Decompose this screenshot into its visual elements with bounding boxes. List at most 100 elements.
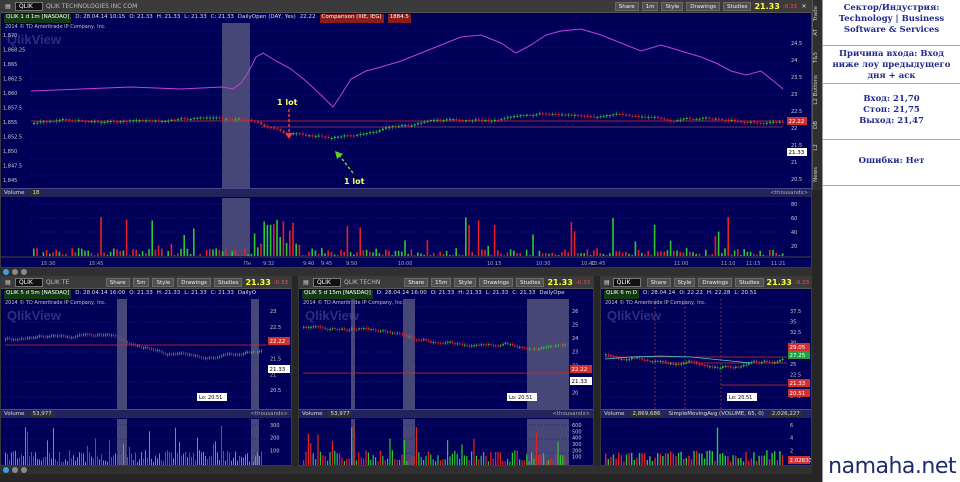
candle — [766, 360, 768, 362]
symbol-input[interactable]: QLIK — [15, 2, 43, 11]
candle — [676, 120, 679, 122]
layout-icon[interactable] — [3, 269, 9, 275]
main-volume-chart[interactable]: 80 60 40 20 15:30 15:45 Пн 9:32 9:40 9:45 9:50 10:0… — [1, 198, 812, 268]
symbol-input[interactable]: QLIK — [15, 278, 43, 287]
candle — [456, 343, 459, 345]
style-button[interactable]: Style — [454, 278, 477, 287]
price-tag-text: 22.22 — [270, 339, 286, 345]
chart-panel-15m: ▤ QLIK QLIK TECHN Share 15m Style Drawings Stud… — [298, 276, 594, 466]
volume-bar — [31, 452, 32, 465]
symbol-input[interactable]: QLIK — [313, 278, 341, 287]
volume-bar — [781, 455, 784, 465]
candle — [247, 119, 250, 121]
volume-bar — [229, 452, 230, 465]
grid-icon[interactable] — [21, 467, 27, 473]
candle — [733, 119, 736, 121]
drawings-button[interactable]: Drawings — [479, 278, 514, 287]
studies-button[interactable]: Studies — [723, 2, 752, 11]
volume-bar — [21, 454, 22, 465]
close-icon[interactable]: ✕ — [800, 3, 808, 11]
candle — [389, 331, 391, 333]
chart-icon[interactable]: ▤ — [4, 279, 12, 287]
panel-price-chart[interactable]: 37.53532.53027.52522.52017.5Lo: 20.5129.… — [601, 299, 812, 409]
candle — [522, 115, 525, 117]
style-button[interactable]: Style — [661, 2, 684, 11]
grid-icon[interactable] — [21, 269, 27, 275]
volume-bar — [634, 241, 637, 256]
candle — [705, 117, 708, 119]
volume-bar — [641, 453, 643, 465]
candle — [727, 366, 729, 368]
right-axis-label: 37.5 — [790, 309, 801, 315]
volume-bar — [334, 450, 336, 465]
candle — [540, 347, 543, 349]
candle — [426, 120, 429, 122]
time-axis-label: 9:40 — [303, 261, 314, 267]
share-button[interactable]: Share — [646, 278, 671, 287]
volume-bar — [324, 253, 326, 256]
main-price-chart[interactable]: 1,870 1,868.25 1,865 1,862.5 1,860 1,857.5 1,8… — [1, 23, 812, 188]
style-button[interactable]: Style — [152, 278, 175, 287]
candle — [525, 114, 528, 116]
candle — [359, 133, 362, 135]
share-button[interactable]: Share — [614, 2, 639, 11]
panel-volume-chart[interactable]: 300200100131415Пн1213141516 — [1, 419, 292, 466]
candle — [664, 361, 667, 363]
volume-bar — [750, 458, 752, 465]
volume-bar — [516, 253, 518, 256]
period-button[interactable]: 5m — [132, 278, 150, 287]
volume-tag: 2.02633 — [788, 456, 811, 464]
studies-button[interactable]: Studies — [735, 278, 764, 287]
candle — [445, 119, 448, 121]
candle — [229, 353, 231, 355]
chart-icon[interactable]: ▤ — [4, 3, 12, 11]
panel-price-chart[interactable]: 2322.52221.52120.5Lo: 20.5122.2221.33 — [1, 299, 292, 409]
volume-bar — [559, 455, 561, 465]
volume-bar — [106, 254, 109, 256]
drawings-button[interactable]: Drawings — [686, 2, 721, 11]
candle — [533, 348, 535, 350]
period-button[interactable]: 15m — [431, 278, 452, 287]
volume-bar — [706, 451, 708, 465]
candle — [164, 121, 167, 123]
candle — [454, 343, 456, 345]
studies-button[interactable]: Studies — [516, 278, 545, 287]
volume-bar — [353, 254, 355, 256]
style-button[interactable]: Style — [673, 278, 696, 287]
period-button[interactable]: 1m — [641, 2, 659, 11]
volume-bar — [289, 230, 291, 256]
status-field: DailyO — [237, 290, 257, 296]
candle — [303, 326, 305, 328]
studies-button[interactable]: Studies — [214, 278, 243, 287]
volume-bar — [201, 452, 202, 465]
volume-bar — [11, 452, 12, 465]
volume-bar — [163, 461, 164, 465]
time-axis-label: 10:00 — [398, 261, 412, 267]
volume-bar — [55, 459, 56, 465]
drawings-button[interactable]: Drawings — [177, 278, 212, 287]
share-button[interactable]: Share — [404, 278, 429, 287]
drawings-button[interactable]: Drawings — [698, 278, 733, 287]
panel-price-chart[interactable]: 26252423222120Lo: 20.5122.2221.33 — [299, 299, 594, 409]
candle — [346, 135, 349, 137]
volume-bar — [564, 458, 566, 465]
panel-volume-chart[interactable]: 6422.0263316.0103.0317.0331.0307.0428.04… — [601, 419, 812, 466]
link-icon[interactable] — [12, 269, 18, 275]
volume-bar — [305, 451, 307, 465]
link-icon[interactable] — [12, 467, 18, 473]
volume-bar — [337, 254, 339, 256]
chart-icon[interactable]: ▤ — [302, 279, 310, 287]
symbol-input[interactable]: QLIK — [612, 278, 641, 287]
candle — [555, 345, 557, 347]
layout-icon[interactable] — [3, 467, 9, 473]
candle — [330, 138, 333, 140]
volume-axis-label: 80 — [791, 202, 797, 208]
share-button[interactable]: Share — [105, 278, 130, 287]
volume-bar — [310, 443, 312, 465]
panel-volume-chart[interactable]: 600500400300200100ЧтПтПн — [299, 419, 594, 466]
chart-icon[interactable]: ▤ — [604, 279, 610, 287]
candle — [305, 134, 308, 136]
daily-open-tag-text: 22.22 — [789, 119, 805, 125]
volume-bar — [427, 451, 429, 465]
volume-bar — [241, 456, 242, 465]
